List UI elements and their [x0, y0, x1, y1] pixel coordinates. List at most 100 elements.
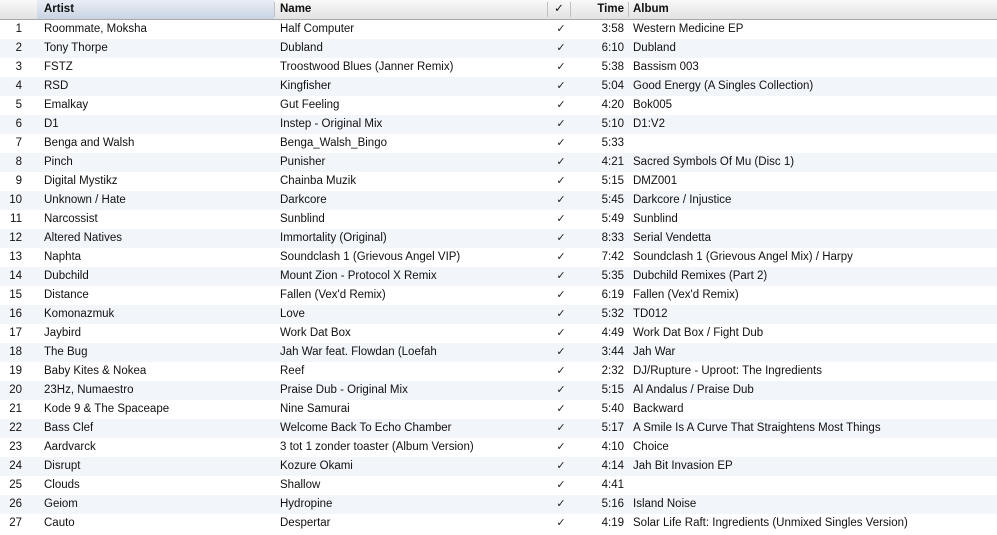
- row-number: 1: [15, 23, 22, 35]
- track-name-cell: Sunblind: [280, 213, 325, 225]
- track-name-cell: 3 tot 1 zonder toaster (Album Version): [280, 441, 474, 453]
- table-row[interactable]: 16 Komonazmuk Love ✓ 5:32 TD012: [0, 305, 997, 324]
- header-artist[interactable]: Artist: [37, 0, 274, 19]
- track-name-cell: Troostwood Blues (Janner Remix): [280, 61, 454, 73]
- artist-cell: D1: [44, 118, 59, 130]
- checkbox-cell[interactable]: ✓: [553, 248, 569, 267]
- checkbox-cell[interactable]: ✓: [553, 39, 569, 58]
- artist-cell: Digital Mystikz: [44, 175, 118, 187]
- checkbox-cell[interactable]: ✓: [553, 58, 569, 77]
- table-row[interactable]: 20 23Hz, Numaestro Praise Dub - Original M…: [0, 381, 997, 400]
- artist-cell: Clouds: [44, 479, 80, 491]
- table-row[interactable]: 26 Geiom Hydropine ✓ 5:16 Island Noise: [0, 495, 997, 514]
- table-row[interactable]: 5 Emalkay Gut Feeling ✓ 4:20 Bok005: [0, 96, 997, 115]
- album-cell: DJ/Rupture - Uproot: The Ingredients: [633, 365, 822, 377]
- table-row[interactable]: 24 Disrupt Kozure Okami ✓ 4:14 Jah Bit Invasi…: [0, 457, 997, 476]
- time-cell: 5:45: [601, 194, 624, 206]
- checkbox-cell[interactable]: ✓: [553, 419, 569, 438]
- track-name-cell: Kingfisher: [280, 80, 332, 92]
- checkbox-cell[interactable]: ✓: [553, 210, 569, 229]
- artist-cell: FSTZ: [44, 61, 73, 73]
- checkbox-cell[interactable]: ✓: [553, 400, 569, 419]
- album-cell: Solar Life Raft: Ingredients (Unmixed Si…: [633, 517, 908, 529]
- album-cell: Fallen (Vex'd Remix): [633, 289, 739, 301]
- time-cell: 5:16: [601, 498, 624, 510]
- track-name-cell: Benga_Walsh_Bingo: [280, 137, 387, 149]
- checkbox-cell[interactable]: ✓: [553, 172, 569, 191]
- time-cell: 4:41: [601, 479, 624, 491]
- artist-cell: Emalkay: [44, 99, 89, 111]
- checkbox-cell[interactable]: ✓: [553, 229, 569, 248]
- table-row[interactable]: 27 Cauto Despertar ✓ 4:19 Solar Life Raft: In…: [0, 514, 997, 533]
- checkbox-cell[interactable]: ✓: [553, 267, 569, 286]
- track-name-cell: Half Computer: [280, 23, 355, 35]
- checkbox-cell[interactable]: ✓: [553, 362, 569, 381]
- row-number: 19: [9, 365, 22, 377]
- album-cell: Sacred Symbols Of Mu (Disc 1): [633, 156, 795, 168]
- table-row[interactable]: 3 FSTZ Troostwood Blues (Janner Remix) ✓ 5:3…: [0, 58, 997, 77]
- header-number[interactable]: [0, 0, 37, 19]
- header-name[interactable]: Name: [275, 0, 547, 19]
- checkbox-cell[interactable]: ✓: [553, 381, 569, 400]
- checkbox-cell[interactable]: ✓: [553, 438, 569, 457]
- table-row[interactable]: 21 Kode 9 & The Spaceape Nine Samurai ✓ 5:40…: [0, 400, 997, 419]
- header-time[interactable]: Time: [571, 0, 628, 19]
- row-number: 12: [9, 232, 22, 244]
- track-name-cell: Nine Samurai: [280, 403, 350, 415]
- time-cell: 5:35: [601, 270, 624, 282]
- checkbox-cell[interactable]: ✓: [553, 457, 569, 476]
- checkbox-cell[interactable]: ✓: [553, 77, 569, 96]
- checkbox-cell[interactable]: ✓: [553, 115, 569, 134]
- checkbox-cell[interactable]: ✓: [553, 305, 569, 324]
- table-row[interactable]: 19 Baby Kites & Nokea Reef ✓ 2:32 DJ/Rupture …: [0, 362, 997, 381]
- checkbox-cell[interactable]: ✓: [553, 286, 569, 305]
- time-cell: 4:14: [601, 460, 624, 472]
- table-row[interactable]: 25 Clouds Shallow ✓ 4:41: [0, 476, 997, 495]
- checkbox-cell[interactable]: ✓: [553, 96, 569, 115]
- time-cell: 4:19: [601, 517, 624, 529]
- table-row[interactable]: 13 Naphta Soundclash 1 (Grievous Angel VIP…: [0, 248, 997, 267]
- table-row[interactable]: 2 Tony Thorpe Dubland ✓ 6:10 Dubland: [0, 39, 997, 58]
- album-cell: Dubland: [633, 42, 676, 54]
- time-cell: 6:10: [601, 42, 624, 54]
- table-row[interactable]: 7 Benga and Walsh Benga_Walsh_Bingo ✓ 5:33: [0, 134, 997, 153]
- table-row[interactable]: 4 RSD Kingfisher ✓ 5:04 Good Energy (A Single…: [0, 77, 997, 96]
- row-number: 5: [15, 99, 22, 111]
- checkbox-cell[interactable]: ✓: [553, 134, 569, 153]
- checkbox-cell[interactable]: ✓: [553, 343, 569, 362]
- table-row[interactable]: 15 Distance Fallen (Vex'd Remix) ✓ 6:19 Falle…: [0, 286, 997, 305]
- album-cell: D1:V2: [633, 118, 665, 130]
- table-row[interactable]: 9 Digital Mystikz Chainba Muzik ✓ 5:15 DMZ001: [0, 172, 997, 191]
- table-row[interactable]: 22 Bass Clef Welcome Back To Echo Chamber ✓…: [0, 419, 997, 438]
- table-row[interactable]: 10 Unknown / Hate Darkcore ✓ 5:45 Darkcore / …: [0, 191, 997, 210]
- table-row[interactable]: 6 D1 Instep - Original Mix ✓ 5:10 D1:V2: [0, 115, 997, 134]
- artist-cell: Geiom: [44, 498, 78, 510]
- table-row[interactable]: 23 Aardvarck 3 tot 1 zonder toaster (Album…: [0, 438, 997, 457]
- checkbox-cell[interactable]: ✓: [553, 324, 569, 343]
- table-row[interactable]: 14 Dubchild Mount Zion - Protocol X Remix ✓…: [0, 267, 997, 286]
- track-name-cell: Despertar: [280, 517, 331, 529]
- table-row[interactable]: 11 Narcossist Sunblind ✓ 5:49 Sunblind: [0, 210, 997, 229]
- artist-cell: Benga and Walsh: [44, 137, 135, 149]
- table-row[interactable]: 1 Roommate, Moksha Half Computer ✓ 3:58 Weste…: [0, 20, 997, 39]
- checkbox-cell[interactable]: ✓: [553, 191, 569, 210]
- row-number: 14: [9, 270, 22, 282]
- header-album[interactable]: Album: [629, 0, 997, 19]
- header-artist-label: Artist: [44, 3, 75, 15]
- artist-cell: Tony Thorpe: [44, 42, 108, 54]
- table-row[interactable]: 18 The Bug Jah War feat. Flowdan (Loefah ✓ 3…: [0, 343, 997, 362]
- checkbox-cell[interactable]: ✓: [553, 495, 569, 514]
- row-number: 22: [9, 422, 22, 434]
- checkbox-cell[interactable]: ✓: [553, 476, 569, 495]
- row-number: 6: [15, 118, 22, 130]
- row-number: 27: [9, 517, 22, 529]
- checkbox-cell[interactable]: ✓: [553, 20, 569, 39]
- column-header-bar: Artist Name ✓ Time Album: [0, 0, 997, 20]
- checkbox-cell[interactable]: ✓: [553, 514, 569, 533]
- table-row[interactable]: 8 Pinch Punisher ✓ 4:21 Sacred Symbols Of Mu …: [0, 153, 997, 172]
- header-check[interactable]: ✓: [548, 0, 570, 19]
- table-row[interactable]: 17 Jaybird Work Dat Box ✓ 4:49 Work Dat Box /…: [0, 324, 997, 343]
- table-row[interactable]: 12 Altered Natives Immortality (Original) ✓…: [0, 229, 997, 248]
- checkbox-cell[interactable]: ✓: [553, 153, 569, 172]
- artist-cell: Distance: [44, 289, 89, 301]
